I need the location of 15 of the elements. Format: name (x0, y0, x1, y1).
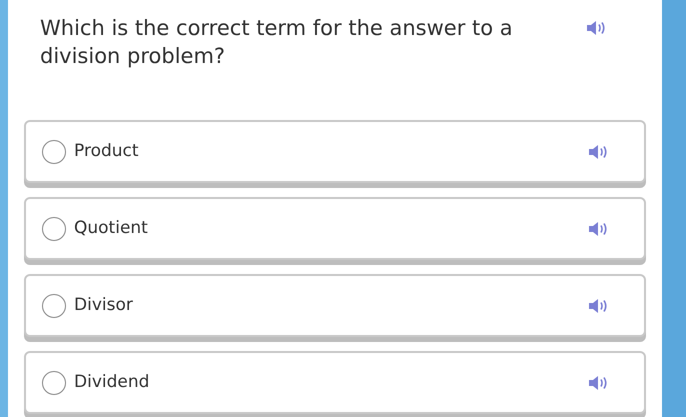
radio-button[interactable] (42, 370, 66, 394)
radio-button[interactable] (42, 140, 66, 164)
speaker-icon[interactable] (588, 144, 608, 160)
option-label: Quotient (74, 216, 149, 240)
speaker-icon[interactable] (588, 220, 608, 236)
option-label: Product (74, 140, 140, 163)
question-text: Which is the correct term for the answer to a division problem? (40, 15, 514, 70)
speaker-icon[interactable] (586, 20, 606, 36)
answer-option[interactable]: Dividend (24, 351, 646, 414)
radio-button[interactable] (42, 216, 66, 240)
radio-button[interactable] (42, 294, 66, 318)
option-label: Divisor (74, 294, 134, 317)
option-label: Dividend (74, 370, 150, 394)
speaker-icon[interactable] (588, 298, 608, 314)
speaker-icon[interactable] (588, 374, 608, 390)
